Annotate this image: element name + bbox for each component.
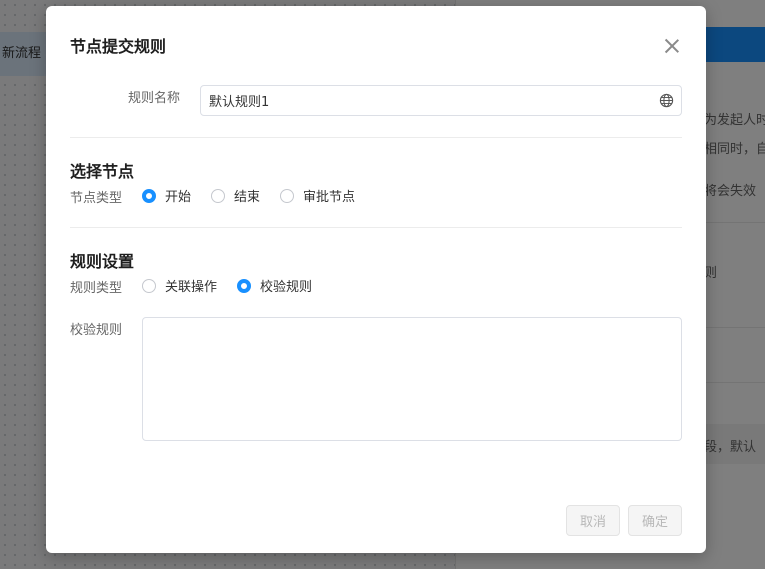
radio-checked-icon xyxy=(142,188,156,203)
radio-label: 校验规则 xyxy=(260,280,313,295)
radio-validation-rule[interactable]: 校验规则 xyxy=(237,276,312,295)
radio-unchecked-icon xyxy=(142,278,156,293)
radio-node-approval[interactable]: 审批节点 xyxy=(280,186,355,205)
validation-rule-textarea[interactable] xyxy=(142,317,682,441)
close-icon[interactable] xyxy=(662,36,682,56)
radio-unchecked-icon xyxy=(211,188,226,203)
radio-unchecked-icon xyxy=(280,188,295,203)
dialog-title: 节点提交规则 xyxy=(70,37,167,56)
radio-checked-icon xyxy=(237,278,252,293)
rule-type-label: 规则类型 xyxy=(70,281,123,296)
node-type-radio-group: 开始 结束 审批节点 xyxy=(142,186,375,205)
radio-label: 关联操作 xyxy=(165,280,218,295)
radio-label: 结束 xyxy=(234,190,261,205)
radio-label: 审批节点 xyxy=(303,190,356,205)
radio-linked-operation[interactable]: 关联操作 xyxy=(142,276,217,295)
rule-type-radio-group: 关联操作 校验规则 xyxy=(142,276,332,295)
confirm-button[interactable]: 确定 xyxy=(628,505,682,536)
radio-label: 开始 xyxy=(165,190,192,205)
rule-name-input[interactable] xyxy=(200,85,682,116)
rule-settings-title: 规则设置 xyxy=(70,252,135,271)
rule-name-label: 规则名称 xyxy=(128,91,181,106)
globe-icon[interactable] xyxy=(659,93,674,108)
radio-node-end[interactable]: 结束 xyxy=(211,186,260,205)
select-node-title: 选择节点 xyxy=(70,162,135,181)
node-submit-rule-dialog: 节点提交规则 规则名称 选择节点 节点类型 开始 结束 审批节点 规则设置 规则… xyxy=(46,6,706,553)
section-divider xyxy=(70,227,682,228)
cancel-button[interactable]: 取消 xyxy=(566,505,620,536)
section-divider xyxy=(70,137,682,138)
radio-node-start[interactable]: 开始 xyxy=(142,186,191,205)
node-type-label: 节点类型 xyxy=(70,191,123,206)
validation-rule-label: 校验规则 xyxy=(70,323,123,338)
